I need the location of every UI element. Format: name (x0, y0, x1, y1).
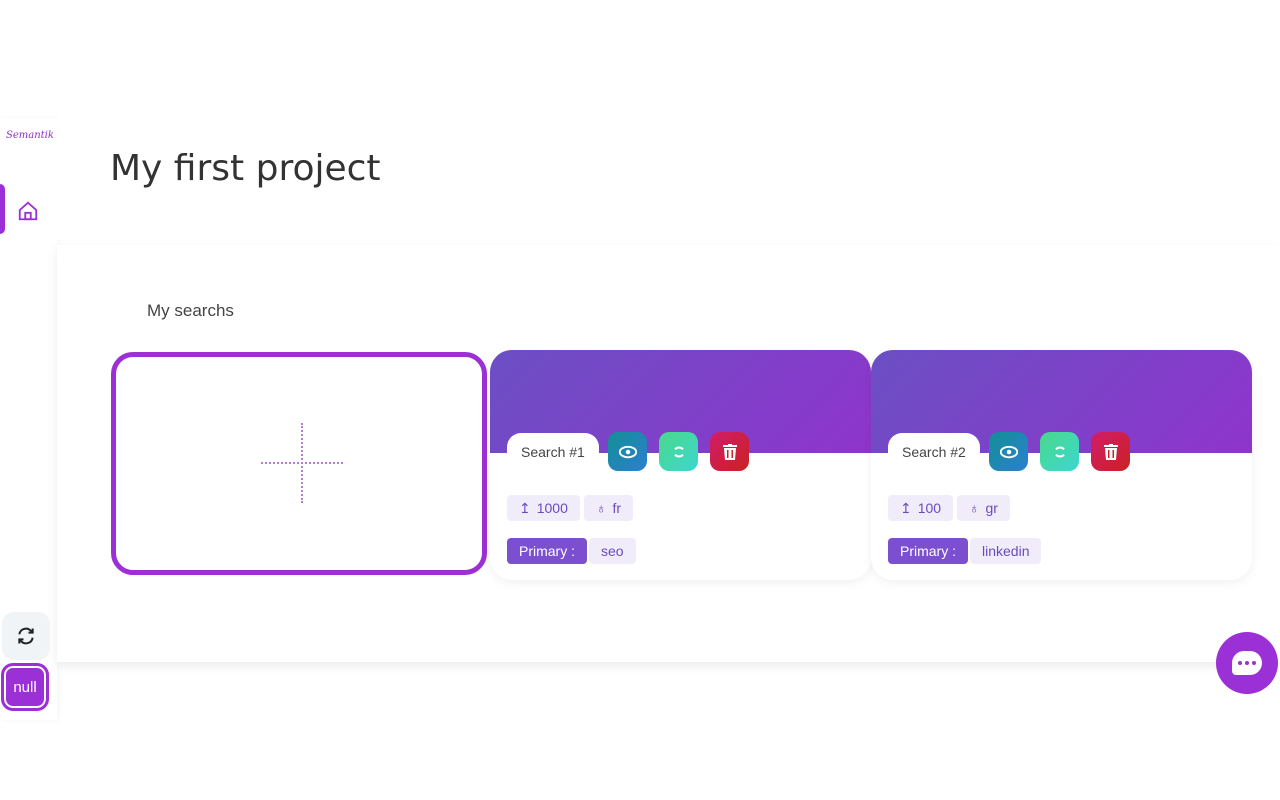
count-chip: ↥ 1000 (507, 495, 580, 521)
searches-panel: My searchs Search #1 ↥ 1000 ♁ fr Primary :… (57, 245, 1280, 662)
trash-icon (722, 443, 737, 460)
count-chip: ↥ 100 (888, 495, 954, 521)
refresh-icon (18, 627, 34, 645)
refresh-search-button[interactable] (659, 432, 698, 471)
language-chip: ♁ gr (957, 495, 1010, 521)
user-avatar-button[interactable]: null (1, 663, 49, 711)
active-indicator (0, 184, 5, 234)
upload-icon: ↥ (900, 499, 912, 516)
search-card: Search #1 ↥ 1000 ♁ fr Primary : seo (490, 350, 871, 580)
plus-icon-vertical (301, 423, 303, 503)
search-name: Search #2 (888, 433, 980, 471)
page-header: My first project (57, 118, 1280, 240)
count-value: 100 (917, 500, 942, 516)
count-value: 1000 (536, 500, 568, 516)
refresh-search-button[interactable] (1040, 432, 1079, 471)
page-title: My first project (110, 148, 381, 189)
search-name: Search #1 (507, 433, 599, 471)
delete-button[interactable] (1091, 432, 1130, 471)
primary-value: linkedin (970, 538, 1042, 564)
chat-button[interactable] (1216, 632, 1278, 694)
search-card: Search #2 ↥ 100 ♁ gr Primary : linkedin (871, 350, 1252, 580)
primary-label: Primary : (888, 538, 968, 564)
sync-icon (673, 446, 684, 457)
globe-icon: ♁ (969, 500, 980, 516)
eye-icon (999, 445, 1018, 458)
upload-icon: ↥ (519, 499, 531, 516)
sidebar: Semantik null (0, 118, 57, 720)
language-value: fr (612, 500, 622, 516)
globe-icon: ♁ (596, 500, 607, 516)
eye-icon (618, 445, 637, 458)
sync-icon (1054, 446, 1065, 457)
section-title: My searchs (147, 301, 234, 320)
primary-value: seo (589, 538, 636, 564)
view-button[interactable] (608, 432, 647, 471)
chat-icon (1232, 651, 1262, 675)
language-chip: ♁ fr (584, 495, 634, 521)
view-button[interactable] (989, 432, 1028, 471)
add-search-card[interactable] (111, 352, 487, 575)
language-value: gr (985, 500, 998, 516)
logo: Semantik (6, 130, 54, 141)
home-icon[interactable] (17, 200, 39, 222)
primary-label: Primary : (507, 538, 587, 564)
trash-icon (1103, 443, 1118, 460)
delete-button[interactable] (710, 432, 749, 471)
refresh-button[interactable] (2, 612, 50, 660)
